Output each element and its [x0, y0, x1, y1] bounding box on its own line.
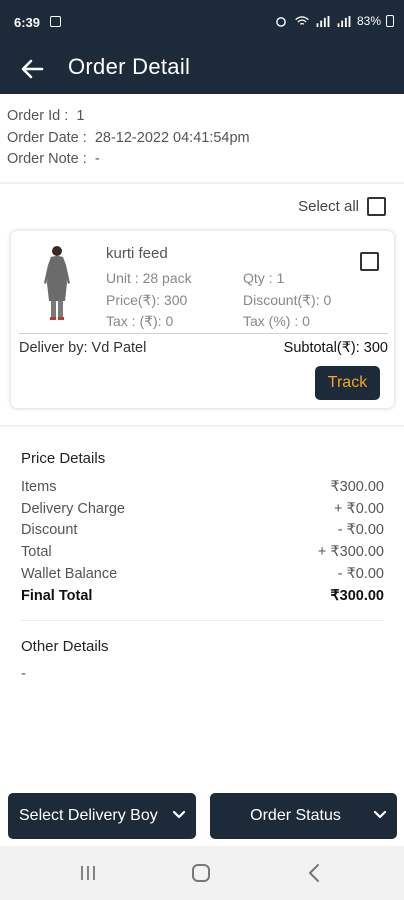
order-id-value: 1	[76, 108, 85, 124]
order-date-value: 28-12-2022 04:41:54pm	[94, 129, 250, 146]
order-status-dropdown[interactable]: Order Status	[210, 793, 397, 839]
item-details: Unit : 28 pack Qty : 1 Price(₹): 300 Dis…	[106, 268, 356, 333]
other-details: Other Details -	[21, 638, 109, 682]
other-details-title: Other Details	[21, 638, 109, 655]
price-label: Total	[21, 544, 52, 561]
price-row-total: Total + ₹300.00	[21, 542, 384, 564]
item-name: kurti feed	[106, 245, 168, 262]
price-value: - ₹0.00	[337, 565, 384, 582]
divider	[21, 620, 384, 621]
nav-back-icon[interactable]	[306, 862, 322, 884]
select-all[interactable]: Select all	[298, 197, 386, 216]
battery-percent: 83%	[356, 14, 381, 28]
order-note-row: Order Note : -	[7, 149, 250, 171]
price-row-discount: Discount - ₹0.00	[21, 520, 384, 542]
signal-icon-2	[337, 15, 351, 27]
item-tax-amount: Tax : (₹): 0	[106, 313, 174, 329]
order-note-label: Order Note :	[7, 151, 87, 167]
item-checkbox[interactable]	[360, 252, 379, 271]
battery-icon	[386, 15, 394, 27]
item-discount: Discount(₹): 0	[243, 291, 332, 308]
card-divider	[19, 333, 388, 334]
gallery-notification-icon	[50, 16, 61, 27]
signal-icon	[316, 15, 330, 27]
chevron-down-icon	[373, 810, 387, 819]
back-arrow-icon[interactable]	[18, 56, 46, 82]
page-title: Order Detail	[68, 54, 191, 79]
status-bar: 6:39 83%	[0, 0, 404, 44]
item-unit: Unit : 28 pack	[106, 270, 192, 286]
order-item-card: kurti feed Unit : 28 pack Qty : 1 Price(…	[11, 231, 394, 408]
price-label: Discount	[21, 522, 78, 539]
other-details-value: -	[21, 666, 26, 682]
home-icon[interactable]	[192, 864, 210, 882]
select-delivery-boy-dropdown[interactable]: Select Delivery Boy	[8, 793, 196, 839]
price-row-items: Items ₹300.00	[21, 477, 384, 499]
price-value: - ₹0.00	[337, 522, 384, 539]
price-row-wallet-balance: Wallet Balance - ₹0.00	[21, 564, 384, 586]
order-info: Order Id : 1 Order Date : 28-12-2022 04:…	[7, 106, 250, 171]
price-value: + ₹300.00	[317, 544, 384, 561]
price-label: Final Total	[21, 587, 93, 604]
select-delivery-boy-label: Select Delivery Boy	[19, 807, 158, 824]
order-id-label: Order Id :	[7, 108, 69, 124]
chevron-down-icon	[172, 810, 186, 819]
track-button[interactable]: Track	[315, 366, 380, 400]
order-date-label: Order Date :	[7, 129, 87, 146]
price-details-title: Price Details	[21, 450, 106, 467]
divider	[0, 425, 404, 427]
deliver-by: Deliver by: Vd Patel	[19, 340, 147, 356]
price-row-delivery-charge: Delivery Charge + ₹0.00	[21, 499, 384, 521]
price-label: Wallet Balance	[21, 565, 118, 582]
price-label: Delivery Charge	[21, 500, 125, 517]
price-value: + ₹0.00	[334, 500, 384, 517]
app-bar: Order Detail	[0, 44, 404, 94]
item-subtotal: Subtotal(₹): 300	[283, 340, 388, 356]
item-price: Price(₹): 300	[106, 291, 188, 308]
order-id-row: Order Id : 1	[7, 106, 250, 128]
alarm-icon	[276, 16, 286, 27]
item-tax-percent: Tax (%) : 0	[243, 313, 310, 329]
select-all-checkbox[interactable]	[367, 197, 386, 216]
select-all-label: Select all	[298, 198, 359, 215]
status-time: 6:39	[14, 15, 41, 30]
order-note-value: -	[94, 151, 100, 167]
price-value: ₹300.00	[330, 479, 384, 495]
system-nav-bar	[0, 846, 404, 900]
price-value: ₹300.00	[330, 587, 384, 604]
product-image	[44, 246, 70, 320]
status-icons: 83%	[273, 14, 394, 28]
order-date-row: Order Date : 28-12-2022 04:41:54pm	[7, 128, 250, 150]
price-label: Items	[21, 479, 57, 495]
order-status-label: Order Status	[250, 807, 341, 824]
price-details: Price Details Items ₹300.00 Delivery Cha…	[21, 450, 384, 607]
item-qty: Qty : 1	[243, 270, 285, 286]
price-row-final-total: Final Total ₹300.00	[21, 586, 384, 608]
wifi-icon	[295, 15, 309, 25]
divider	[0, 182, 404, 184]
recent-apps-icon[interactable]	[78, 863, 98, 883]
